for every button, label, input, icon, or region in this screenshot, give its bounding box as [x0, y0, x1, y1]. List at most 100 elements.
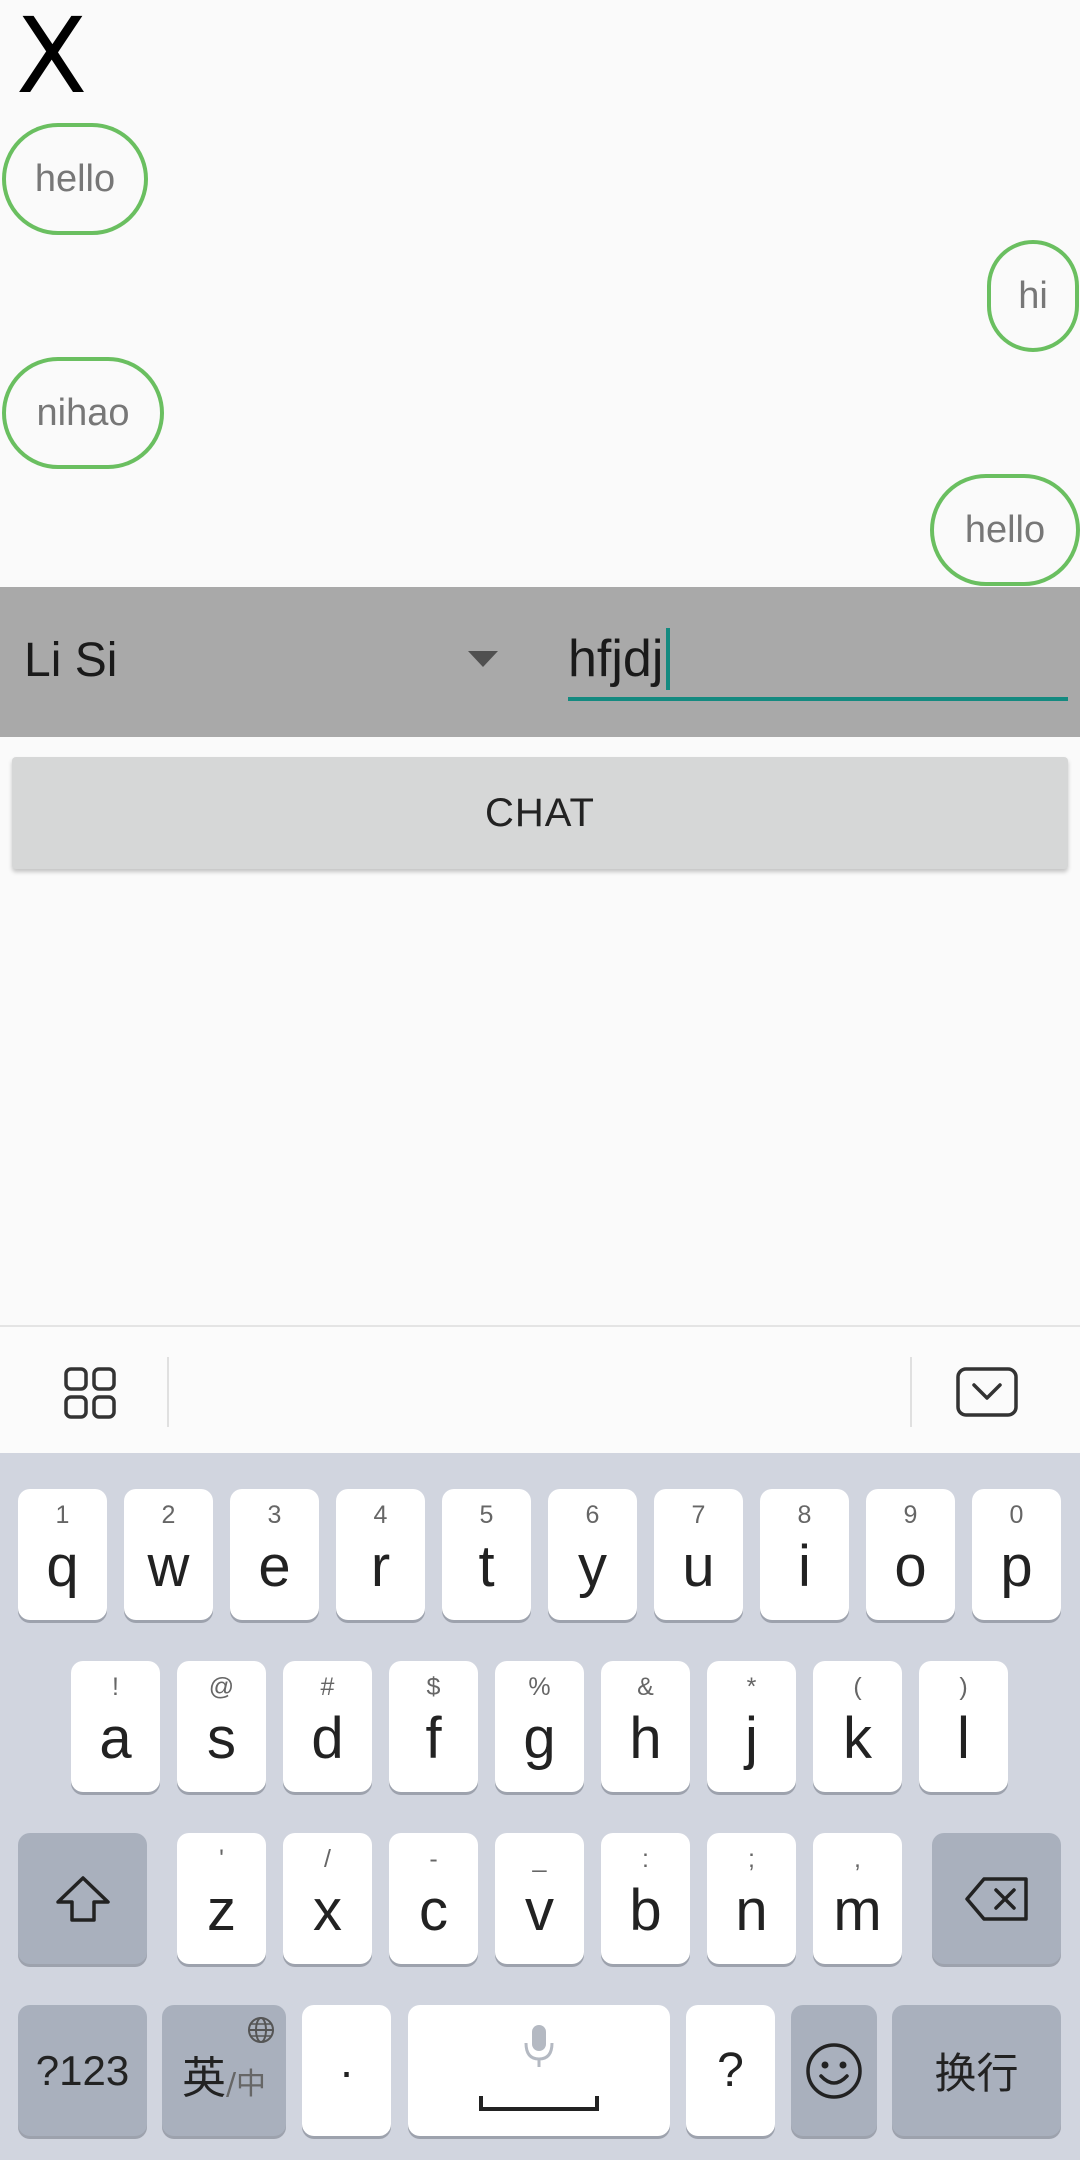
- key-label: a: [99, 1706, 132, 1771]
- key-hint: :: [642, 1845, 649, 1873]
- key-hint: 4: [373, 1501, 388, 1529]
- key-x[interactable]: / x: [283, 1833, 372, 1964]
- key-z[interactable]: ' z: [177, 1833, 266, 1964]
- key-p[interactable]: 0p: [972, 1489, 1061, 1620]
- key-label: f: [425, 1706, 442, 1771]
- key-label: l: [957, 1706, 970, 1771]
- text-caret: [666, 628, 671, 690]
- key-hint: 0: [1009, 1501, 1024, 1529]
- key-label: z: [207, 1878, 236, 1943]
- space-bar-icon: [479, 2096, 599, 2111]
- key-v[interactable]: _ v: [495, 1833, 584, 1964]
- key-label: k: [843, 1706, 872, 1771]
- key-hint: @: [208, 1673, 235, 1701]
- key-label: q: [46, 1534, 79, 1599]
- soft-keyboard: 1q 2w 3e 4r 5t 6y 7u 8i 9o 0p ! a @ s # d $…: [0, 1453, 1080, 2160]
- dot-key[interactable]: ·: [302, 2005, 391, 2136]
- space-key[interactable]: [408, 2005, 670, 2136]
- backspace-icon: [964, 1876, 1028, 1921]
- key-hint: 6: [585, 1501, 600, 1529]
- key-hint: 2: [161, 1501, 176, 1529]
- key-q[interactable]: 1q: [18, 1489, 107, 1620]
- language-key-main: 英: [181, 2052, 226, 2104]
- key-hint: 9: [903, 1501, 918, 1529]
- key-u[interactable]: 7u: [654, 1489, 743, 1620]
- dropdown-arrow-icon: [468, 651, 498, 667]
- shift-key[interactable]: [18, 1833, 147, 1964]
- key-label: c: [419, 1878, 448, 1943]
- key-hint: 7: [691, 1501, 706, 1529]
- key-c[interactable]: -c: [389, 1833, 478, 1964]
- message-bubble-sent: hi: [987, 240, 1079, 352]
- key-label: i: [798, 1534, 811, 1599]
- chat-button[interactable]: CHAT: [12, 757, 1068, 869]
- key-f[interactable]: $ f: [389, 1661, 478, 1792]
- symbols-key[interactable]: ?123: [18, 2005, 147, 2136]
- key-a[interactable]: ! a: [71, 1661, 160, 1792]
- key-t[interactable]: 5t: [442, 1489, 531, 1620]
- key-e[interactable]: 3e: [230, 1489, 319, 1620]
- key-hint: #: [320, 1673, 335, 1701]
- key-label: h: [629, 1706, 662, 1771]
- key-hint: ;: [748, 1845, 755, 1873]
- message-bubble-sent: hello: [930, 474, 1080, 586]
- key-m[interactable]: ,m: [813, 1833, 902, 1964]
- key-hint: 1: [55, 1501, 70, 1529]
- key-s[interactable]: @ s: [177, 1661, 266, 1792]
- key-hint: (: [853, 1673, 862, 1701]
- key-hint: 5: [479, 1501, 494, 1529]
- key-r[interactable]: 4r: [336, 1489, 425, 1620]
- input-underline: [568, 697, 1068, 701]
- key-label: t: [478, 1534, 495, 1599]
- key-i[interactable]: 8i: [760, 1489, 849, 1620]
- key-d[interactable]: # d: [283, 1661, 372, 1792]
- key-label: y: [578, 1534, 607, 1599]
- question-key-label: ?: [717, 2044, 744, 2097]
- key-w[interactable]: 2w: [124, 1489, 213, 1620]
- enter-key[interactable]: 换行: [892, 2005, 1061, 2136]
- emoji-icon: [806, 2042, 862, 2099]
- hide-keyboard-icon[interactable]: [956, 1367, 1018, 1417]
- key-j[interactable]: * j: [707, 1661, 796, 1792]
- microphone-icon: [524, 2025, 554, 2067]
- key-hint: &: [637, 1673, 654, 1701]
- key-n[interactable]: ; n: [707, 1833, 796, 1964]
- key-hint: ': [219, 1845, 224, 1873]
- language-switch-key[interactable]: 英/中: [162, 2005, 286, 2136]
- message-bubble-received: hello: [2, 123, 148, 235]
- enter-key-label: 换行: [934, 2049, 1019, 2098]
- key-hint: 3: [267, 1501, 282, 1529]
- key-k[interactable]: (k: [813, 1661, 902, 1792]
- key-hint: /: [324, 1845, 331, 1873]
- shift-icon: [55, 1875, 110, 1922]
- key-label: u: [682, 1534, 715, 1599]
- key-y[interactable]: 6y: [548, 1489, 637, 1620]
- key-o[interactable]: 9o: [866, 1489, 955, 1620]
- key-label: p: [1000, 1534, 1033, 1599]
- key-label: v: [525, 1878, 554, 1943]
- key-label: o: [894, 1534, 927, 1599]
- keyboard-toolbar: [0, 1325, 1080, 1453]
- key-g[interactable]: % g: [495, 1661, 584, 1792]
- toolbar-divider: [910, 1357, 912, 1427]
- close-button[interactable]: X: [16, 4, 102, 108]
- key-hint: -: [429, 1845, 438, 1873]
- key-b[interactable]: :b: [601, 1833, 690, 1964]
- key-label: n: [735, 1878, 768, 1943]
- key-label: m: [833, 1878, 882, 1943]
- key-label: r: [370, 1534, 391, 1599]
- emoji-key[interactable]: [791, 2005, 877, 2136]
- key-hint: ,: [854, 1845, 861, 1873]
- key-label: s: [207, 1706, 236, 1771]
- recipient-label: Li Si: [24, 634, 118, 687]
- message-input[interactable]: hfjdj: [568, 625, 1068, 693]
- grid-menu-icon[interactable]: [64, 1367, 116, 1419]
- compose-bar: Li Si hfjdj: [0, 587, 1080, 737]
- key-l[interactable]: ) l: [919, 1661, 1008, 1792]
- key-hint: *: [746, 1673, 757, 1701]
- message-input-text: hfjdj: [568, 630, 664, 688]
- backspace-key[interactable]: [932, 1833, 1061, 1964]
- recipient-spinner[interactable]: Li Si: [0, 587, 540, 737]
- key-h[interactable]: & h: [601, 1661, 690, 1792]
- question-key[interactable]: ?: [686, 2005, 775, 2136]
